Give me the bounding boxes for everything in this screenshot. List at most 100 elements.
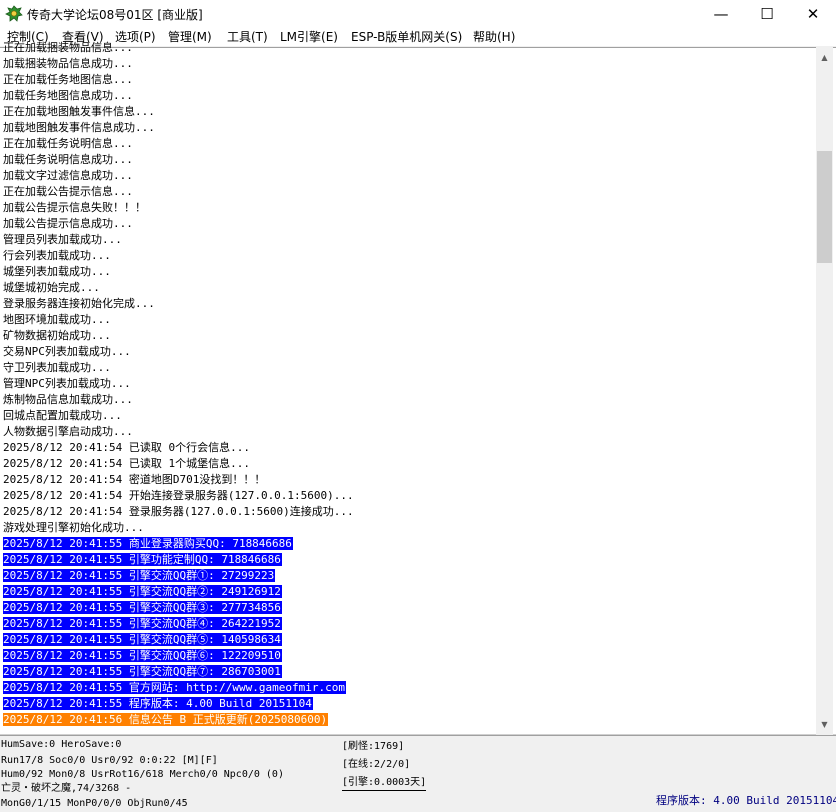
log-line-text: 行会列表加载成功... <box>3 249 111 262</box>
log-line: 正在加载捆装物品信息... <box>3 40 815 56</box>
status-line-mong: MonG0/1/15 MonP0/0/0 ObjRun0/45 <box>1 798 188 809</box>
vertical-scrollbar[interactable]: ▲ ▼ <box>816 47 833 735</box>
log-line: 2025/8/12 20:41:55 引擎交流QQ群①: 27299223 <box>3 568 815 584</box>
log-line: 正在加载地图触发事件信息... <box>3 104 815 120</box>
log-line-text: 2025/8/12 20:41:54 开始连接登录服务器(127.0.0.1:5… <box>3 489 354 502</box>
log-line-text: 2025/8/12 20:41:56 信息公告 B 正式版更新(20250806… <box>3 713 329 726</box>
log-line: 2025/8/12 20:41:56 信息公告 B 正式版更新(20250806… <box>3 712 815 728</box>
log-line-text: 管理员列表加载成功... <box>3 233 122 246</box>
log-line-text: 2025/8/12 20:41:55 引擎交流QQ群①: 27299223 <box>3 569 276 582</box>
log-line: 加载公告提示信息失败！！！ <box>3 200 815 216</box>
log-line: 2025/8/12 20:41:55 商业登录器购买QQ: 718846686 <box>3 536 815 552</box>
scroll-up-arrow-icon[interactable]: ▲ <box>816 49 833 66</box>
log-line: 管理NPC列表加载成功... <box>3 376 815 392</box>
log-line: 矿物数据初始成功... <box>3 328 815 344</box>
scroll-thumb[interactable] <box>817 151 832 263</box>
log-line: 2025/8/12 20:41:55 引擎交流QQ群⑦: 286703001 <box>3 664 815 680</box>
log-line: 2025/8/12 20:41:55 引擎功能定制QQ: 718846686 <box>3 552 815 568</box>
log-line: 2025/8/12 20:41:55 引擎交流QQ群③: 277734856 <box>3 600 815 616</box>
log-line-text: 2025/8/12 20:41:55 引擎交流QQ群③: 277734856 <box>3 601 282 614</box>
status-line-monster: 亡灵・破坏之魔,74/3268 - <box>1 783 132 794</box>
log-line-text: 2025/8/12 20:41:55 引擎交流QQ群⑤: 140598634 <box>3 633 282 646</box>
window-title: 传奇大学论坛08号01区 [商业版] <box>27 8 203 22</box>
log-line-text: 正在加载地图触发事件信息... <box>3 105 155 118</box>
log-line: 人物数据引擎启动成功... <box>3 424 815 440</box>
log-line-text: 人物数据引擎启动成功... <box>3 425 133 438</box>
status-line-run: Run17/8 Soc0/0 Usr0/92 0:0:22 [M][F] <box>1 755 218 766</box>
log-line: 回城点配置加载成功... <box>3 408 815 424</box>
log-line: 加载捆装物品信息成功... <box>3 56 815 72</box>
log-line-text: 2025/8/12 20:41:54 已读取 1个城堡信息... <box>3 457 250 470</box>
log-line-text: 交易NPC列表加载成功... <box>3 345 131 358</box>
log-line-text: 管理NPC列表加载成功... <box>3 377 131 390</box>
log-line: 2025/8/12 20:41:54 登录服务器(127.0.0.1:5600)… <box>3 504 815 520</box>
log-line-text: 城堡城初始完成... <box>3 281 100 294</box>
log-line-text: 2025/8/12 20:41:55 商业登录器购买QQ: 718846686 <box>3 537 293 550</box>
log-line: 2025/8/12 20:41:55 引擎交流QQ群⑥: 122209510 <box>3 648 815 664</box>
log-line: 登录服务器连接初始化完成... <box>3 296 815 312</box>
log-line-text: 2025/8/12 20:41:55 程序版本: 4.00 Build 2015… <box>3 697 313 710</box>
log-line: 城堡列表加载成功... <box>3 264 815 280</box>
title-bar[interactable]: 传奇大学论坛08号01区 [商业版] — ☐ ✕ <box>0 0 836 28</box>
maximize-button[interactable]: ☐ <box>744 0 790 28</box>
log-line-text: 2025/8/12 20:41:55 官方网站: http://www.game… <box>3 681 347 694</box>
minimize-button[interactable]: — <box>698 0 744 28</box>
status-line-save: HumSave:0 HeroSave:0 <box>1 739 122 750</box>
log-line: 地图环境加载成功... <box>3 312 815 328</box>
app-icon <box>5 5 23 22</box>
log-line: 加载任务说明信息成功... <box>3 152 815 168</box>
log-line-text: 回城点配置加载成功... <box>3 409 122 422</box>
minimize-icon: — <box>713 5 729 23</box>
log-line-text: 2025/8/12 20:41:54 密道地图D701没找到！！！ <box>3 473 266 486</box>
log-line: 城堡城初始完成... <box>3 280 815 296</box>
log-line: 炼制物品信息加载成功... <box>3 392 815 408</box>
log-line-text: 2025/8/12 20:41:54 已读取 0个行会信息... <box>3 441 250 454</box>
log-line-text: 地图环境加载成功... <box>3 313 111 326</box>
log-line-text: 正在加载捆装物品信息... <box>3 41 133 54</box>
log-line: 加载任务地图信息成功... <box>3 88 815 104</box>
status-version: 程序版本: 4.00 Build 20151104 <box>656 794 836 807</box>
status-line-hum: Hum0/92 Mon0/8 UsrRot16/618 Merch0/0 Npc… <box>1 769 284 780</box>
log-line: 2025/8/12 20:41:55 程序版本: 4.00 Build 2015… <box>3 696 815 712</box>
log-line-text: 2025/8/12 20:41:55 引擎功能定制QQ: 718846686 <box>3 553 282 566</box>
log-line-text: 加载公告提示信息失败！！！ <box>3 201 146 214</box>
status-online: [在线:2/2/0] <box>342 759 411 770</box>
close-icon: ✕ <box>806 5 820 23</box>
log-line-text: 守卫列表加载成功... <box>3 361 111 374</box>
log-line-text: 炼制物品信息加载成功... <box>3 393 133 406</box>
log-line: 正在加载任务地图信息... <box>3 72 815 88</box>
log-line: 正在加载任务说明信息... <box>3 136 815 152</box>
log-line-text: 2025/8/12 20:41:55 引擎交流QQ群④: 264221952 <box>3 617 282 630</box>
log-line-text: 登录服务器连接初始化完成... <box>3 297 155 310</box>
log-line-text: 加载公告提示信息成功... <box>3 217 133 230</box>
status-panel: HumSave:0 HeroSave:0 Run17/8 Soc0/0 Usr0… <box>0 735 836 812</box>
log-line: 加载文字过滤信息成功... <box>3 168 815 184</box>
log-line: 2025/8/12 20:41:55 官方网站: http://www.game… <box>3 680 815 696</box>
log-line-text: 2025/8/12 20:41:55 引擎交流QQ群②: 249126912 <box>3 585 282 598</box>
log-line: 交易NPC列表加载成功... <box>3 344 815 360</box>
log-pane[interactable]: 正在加载捆装物品信息... 加载捆装物品信息成功... 正在加载任务地图信息... 加… <box>0 41 836 735</box>
log-line: 2025/8/12 20:41:54 已读取 0个行会信息... <box>3 440 815 456</box>
log-line: 2025/8/12 20:41:54 已读取 1个城堡信息... <box>3 456 815 472</box>
log-line-text: 正在加载任务说明信息... <box>3 137 133 150</box>
status-engine: [引擎:0.0003天] <box>342 776 427 791</box>
log-line: 加载地图触发事件信息成功... <box>3 120 815 136</box>
log-line-text: 2025/8/12 20:41:55 引擎交流QQ群⑥: 122209510 <box>3 649 282 662</box>
log-line-text: 2025/8/12 20:41:55 引擎交流QQ群⑦: 286703001 <box>3 665 282 678</box>
log-line: 2025/8/12 20:41:55 引擎交流QQ群②: 249126912 <box>3 584 815 600</box>
log-line-text: 加载任务说明信息成功... <box>3 153 133 166</box>
log-line-text: 正在加载任务地图信息... <box>3 73 133 86</box>
log-line-text: 加载文字过滤信息成功... <box>3 169 133 182</box>
log-line: 正在加载公告提示信息... <box>3 184 815 200</box>
log-line-text: 加载捆装物品信息成功... <box>3 57 133 70</box>
log-line-text: 加载任务地图信息成功... <box>3 89 133 102</box>
log-line: 2025/8/12 20:41:54 开始连接登录服务器(127.0.0.1:5… <box>3 488 815 504</box>
scroll-down-arrow-icon[interactable]: ▼ <box>816 716 833 733</box>
close-button[interactable]: ✕ <box>790 0 836 28</box>
log-line-text: 加载地图触发事件信息成功... <box>3 121 155 134</box>
log-line: 2025/8/12 20:41:55 引擎交流QQ群④: 264221952 <box>3 616 815 632</box>
log-line-text: 游戏处理引擎初始化成功... <box>3 521 144 534</box>
log-line: 2025/8/12 20:41:54 密道地图D701没找到！！！ <box>3 472 815 488</box>
log-line: 游戏处理引擎初始化成功... <box>3 520 815 536</box>
log-line-text: 矿物数据初始成功... <box>3 329 111 342</box>
